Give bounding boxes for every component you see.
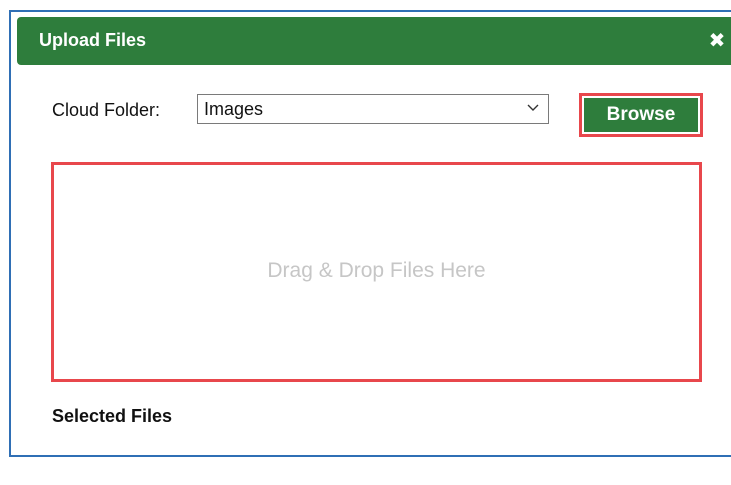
browse-button[interactable]: Browse <box>584 98 698 132</box>
dialog-title: Upload Files <box>39 30 147 50</box>
drop-zone-text: Drag & Drop Files Here <box>267 259 486 282</box>
cloud-folder-select[interactable]: Images <box>197 94 549 124</box>
chevron-down-icon <box>527 104 539 111</box>
browse-button-highlight: Browse <box>579 93 703 137</box>
dialog-frame-bottom <box>9 455 731 457</box>
dialog-header: Upload Files ✖ <box>17 17 731 65</box>
upload-files-dialog: Upload Files ✖ Cloud Folder: Images Brow… <box>11 12 731 455</box>
drop-zone[interactable]: Drag & Drop Files Here <box>51 162 702 382</box>
close-icon[interactable]: ✖ <box>707 29 727 51</box>
cloud-folder-label: Cloud Folder: <box>52 100 161 120</box>
cloud-folder-selected-value: Images <box>204 99 264 119</box>
page: Upload Files ✖ Cloud Folder: Images Brow… <box>0 0 731 485</box>
selected-files-heading: Selected Files <box>52 406 173 426</box>
